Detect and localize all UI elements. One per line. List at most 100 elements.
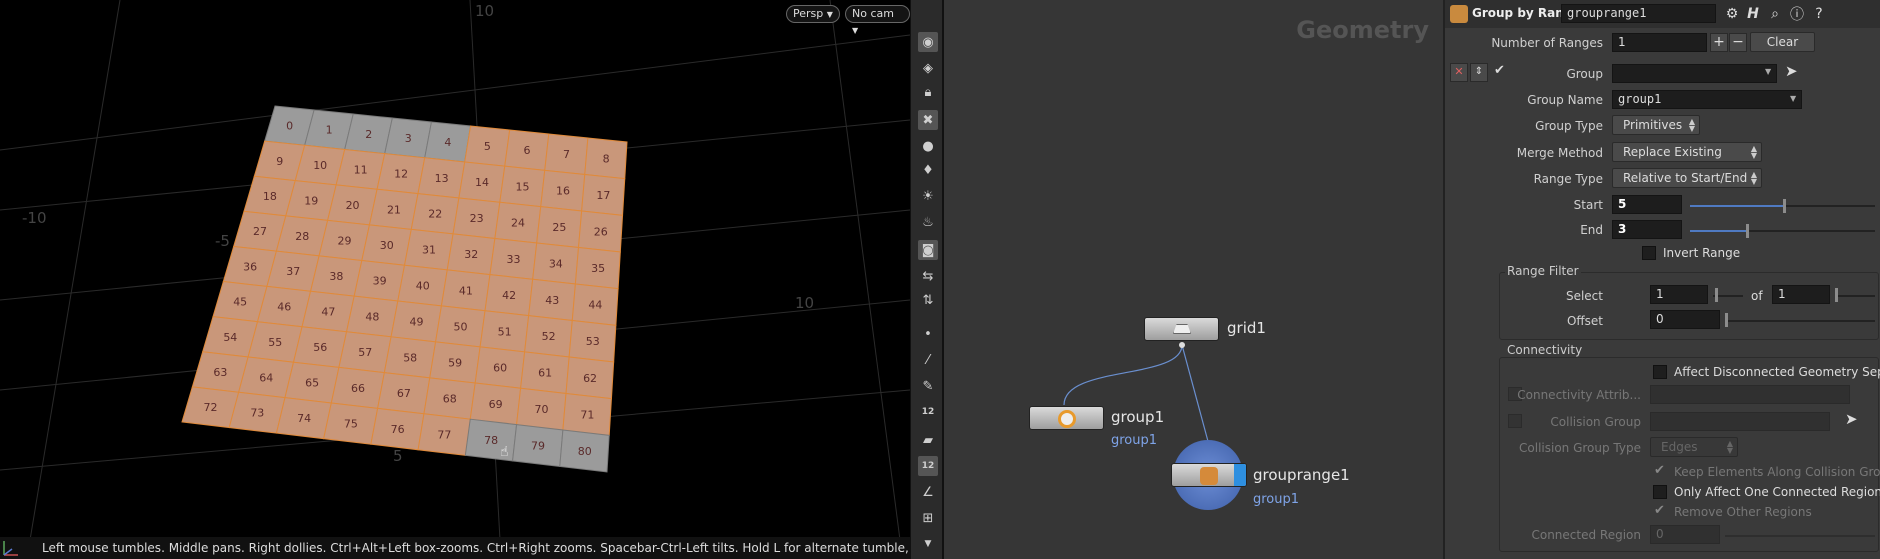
background-grid-line (29, 0, 121, 541)
end-input[interactable]: 3 (1612, 220, 1682, 239)
select-b-slider-track[interactable] (1835, 295, 1875, 297)
light-bulb-icon[interactable]: ☀ (918, 186, 938, 206)
search-icon[interactable]: ⌕ (1765, 4, 1785, 24)
group-name-label: Group Name (1527, 93, 1603, 107)
select-b-input[interactable]: 1 (1772, 285, 1830, 304)
updown-arrow-icon: ▲ ▼ (1750, 144, 1757, 160)
node-grouprange1[interactable] (1171, 463, 1247, 487)
houdini-window: 10 -10 -5 10 5 0 1 2 3 4 5 6 7 8 9 10 11 12 13 14 15 16 17 18 19… (0, 0, 1880, 559)
offset-slider-track[interactable] (1725, 320, 1875, 322)
eye-plus-icon[interactable]: ◈ (918, 58, 938, 78)
background-grid-line (829, 0, 901, 541)
primitive-number-label: 50 (454, 320, 468, 333)
add-range-button[interactable]: + (1710, 33, 1728, 52)
status-text: Left mouse tumbles. Middle pans. Right d… (42, 541, 910, 555)
node-grid1-label: grid1 (1227, 319, 1266, 337)
persp-menu-button[interactable]: Persp ▼ (786, 5, 840, 23)
primitive-number-label: 64 (259, 371, 273, 384)
number-12-icon[interactable]: 12 (918, 402, 938, 422)
primitive-number-label: 69 (489, 398, 503, 411)
connected-region-slider-track[interactable] (1725, 535, 1875, 537)
sphere-icon[interactable]: ● (918, 136, 938, 156)
end-slider-handle[interactable] (1745, 224, 1749, 238)
select-b-slider-handle[interactable] (1835, 288, 1838, 302)
light-icon[interactable]: ♦ (918, 160, 938, 180)
group-dropdown-icon[interactable]: ▼ (1765, 67, 1771, 76)
number-of-ranges-input[interactable]: 1 (1612, 33, 1707, 52)
primitive-number-label: 42 (502, 289, 516, 302)
pen-icon[interactable]: ✎ (918, 376, 938, 396)
connected-region-input[interactable]: 0 (1650, 525, 1720, 544)
lock-icon[interactable]: 🔒︎ (918, 82, 938, 102)
affect-disconnected-checkbox[interactable] (1653, 365, 1667, 379)
select-arrow-icon[interactable]: ➤ (1785, 62, 1798, 80)
brush-icon[interactable]: ⁄ (918, 350, 938, 370)
merge-method-menu[interactable]: Replace Existing ▲ ▼ (1612, 142, 1762, 162)
eye-icon[interactable]: ◉ (918, 32, 938, 52)
keep-elements-check-icon[interactable]: ✔ (1654, 463, 1665, 478)
select-a-slider-handle[interactable] (1715, 288, 1718, 302)
primitive-number-label: 77 (437, 429, 451, 442)
angle-icon[interactable]: ∠ (918, 482, 938, 502)
group-name-dropdown-icon[interactable]: ▼ (1790, 94, 1796, 103)
network-editor[interactable]: Geometry grid1 group1 group1 grouprange1… (944, 0, 1445, 559)
gear-icon[interactable]: ⚙ (1722, 4, 1742, 24)
only-affect-one-checkbox[interactable] (1653, 485, 1667, 499)
primitive-number-label: 48 (365, 310, 379, 323)
range-type-menu[interactable]: Relative to Start/End ▲ ▼ (1612, 168, 1762, 188)
select-a-input[interactable]: 1 (1650, 285, 1708, 304)
viewport-canvas[interactable]: 10-10-51050 1 2 3 4 5 6 7 89 10 11 12 13 14 15 16 1718 19… (0, 0, 910, 559)
help-icon[interactable]: ? (1809, 4, 1829, 24)
collision-group-input[interactable] (1650, 412, 1830, 431)
offset-slider-handle[interactable] (1725, 313, 1728, 327)
dot-icon[interactable]: • (918, 324, 938, 344)
remove-range-button[interactable]: − (1729, 33, 1747, 52)
offset-input[interactable]: 0 (1650, 310, 1720, 329)
layer-icon[interactable]: ▰ (918, 430, 938, 450)
scene-viewport[interactable]: 10 -10 -5 10 5 0 1 2 3 4 5 6 7 8 9 10 11 12 13 14 15 16 17 18 19… (0, 0, 910, 559)
chevron-down-icon: ▼ (852, 26, 859, 35)
group-name-input[interactable]: group1 (1612, 90, 1802, 109)
invert-range-checkbox[interactable] (1642, 246, 1656, 260)
snap-icon[interactable]: ⊞ (918, 508, 938, 528)
node-grouprange1-label: grouprange1 (1253, 466, 1350, 484)
group-type-menu[interactable]: Primitives ▲ ▼ (1612, 115, 1700, 135)
primitive-number-label: 72 (204, 401, 218, 414)
collision-group-type-menu[interactable]: Edges ▲ ▼ (1650, 437, 1738, 457)
info-icon[interactable]: ⓘ (1787, 4, 1807, 24)
primitive-number-label: 68 (443, 392, 457, 405)
node-name-input[interactable]: grouprange1 (1561, 4, 1716, 23)
camera-light-icon[interactable]: ♨ (918, 212, 938, 232)
number-12-box-icon[interactable]: 12 (918, 456, 938, 476)
camera-pan-icon[interactable]: ⇆ (918, 266, 938, 286)
group-input[interactable] (1612, 64, 1777, 83)
start-slider-handle[interactable] (1782, 199, 1786, 213)
scroll-down-icon[interactable]: ▼ (918, 534, 938, 554)
start-input[interactable]: 5 (1612, 195, 1682, 214)
primitive-number-label: 43 (545, 294, 559, 307)
primitive-number-label: 37 (286, 265, 300, 278)
remove-other-check-icon[interactable]: ✔ (1654, 503, 1665, 518)
primitive-number-label: 38 (329, 270, 343, 283)
grid-node-icon (1173, 324, 1191, 334)
camera-icon[interactable]: ◙ (918, 240, 938, 260)
node-grid1[interactable] (1144, 317, 1219, 348)
primitive-number-label: 39 (373, 275, 387, 288)
connectivity-attrib-input[interactable] (1650, 385, 1850, 404)
camera-menu-button[interactable]: No cam ▼ (845, 5, 910, 35)
primitive-number-label: 2 (365, 128, 372, 141)
camera-dolly-icon[interactable]: ⇅ (918, 290, 938, 310)
chevron-down-icon: ▼ (826, 10, 833, 19)
remove-other-label: Remove Other Regions (1674, 505, 1812, 519)
node-group1[interactable] (1029, 406, 1104, 430)
clear-ranges-button[interactable]: Clear (1750, 32, 1815, 52)
primitive-number-label: 65 (305, 377, 319, 390)
primitive-number-label: 6 (523, 144, 530, 157)
collision-select-arrow-icon[interactable]: ➤ (1845, 410, 1858, 428)
connectivity-attrib-label: Connectivity Attrib... (1517, 388, 1641, 402)
close-box-icon[interactable]: ✖ (918, 110, 938, 130)
display-flag-icon[interactable] (1234, 464, 1246, 486)
help-h-icon[interactable]: H (1743, 4, 1763, 24)
primitive-number-label: 80 (578, 445, 592, 458)
node-output-port[interactable] (1179, 342, 1185, 348)
